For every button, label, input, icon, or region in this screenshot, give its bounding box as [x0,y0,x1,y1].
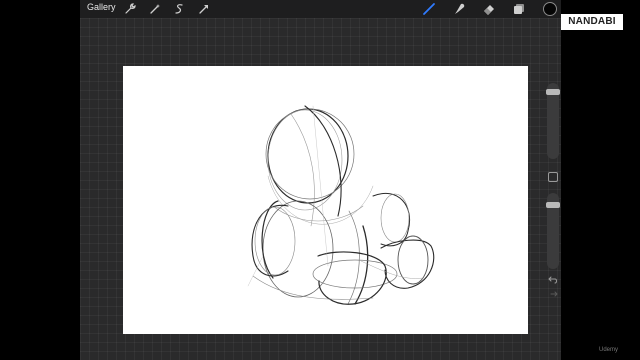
color-picker-button[interactable] [543,2,557,16]
smudge-icon[interactable] [452,2,466,16]
side-panel [544,80,560,300]
top-toolbar: Gallery [80,0,561,18]
magic-wand-icon[interactable] [148,2,162,16]
procreate-app: Gallery [80,0,561,360]
wrench-icon[interactable] [123,2,137,16]
selection-icon[interactable] [172,2,186,16]
udemy-watermark: Udemy [599,347,619,353]
opacity-thumb[interactable] [546,202,560,209]
drawing-canvas[interactable] [123,66,528,334]
gallery-button[interactable]: Gallery [87,2,116,12]
layers-icon[interactable] [512,2,526,16]
watermark-logo: NANDABI [561,14,623,30]
brush-icon[interactable] [422,2,436,16]
modify-button[interactable] [548,172,558,182]
redo-icon[interactable] [548,289,558,299]
sketch-drawing [247,105,435,305]
transform-arrow-icon[interactable] [197,2,211,16]
undo-icon[interactable] [548,274,558,284]
brush-size-thumb[interactable] [546,89,560,96]
eraser-icon[interactable] [482,2,496,16]
opacity-slider[interactable] [546,193,560,269]
brush-size-slider[interactable] [546,83,560,159]
